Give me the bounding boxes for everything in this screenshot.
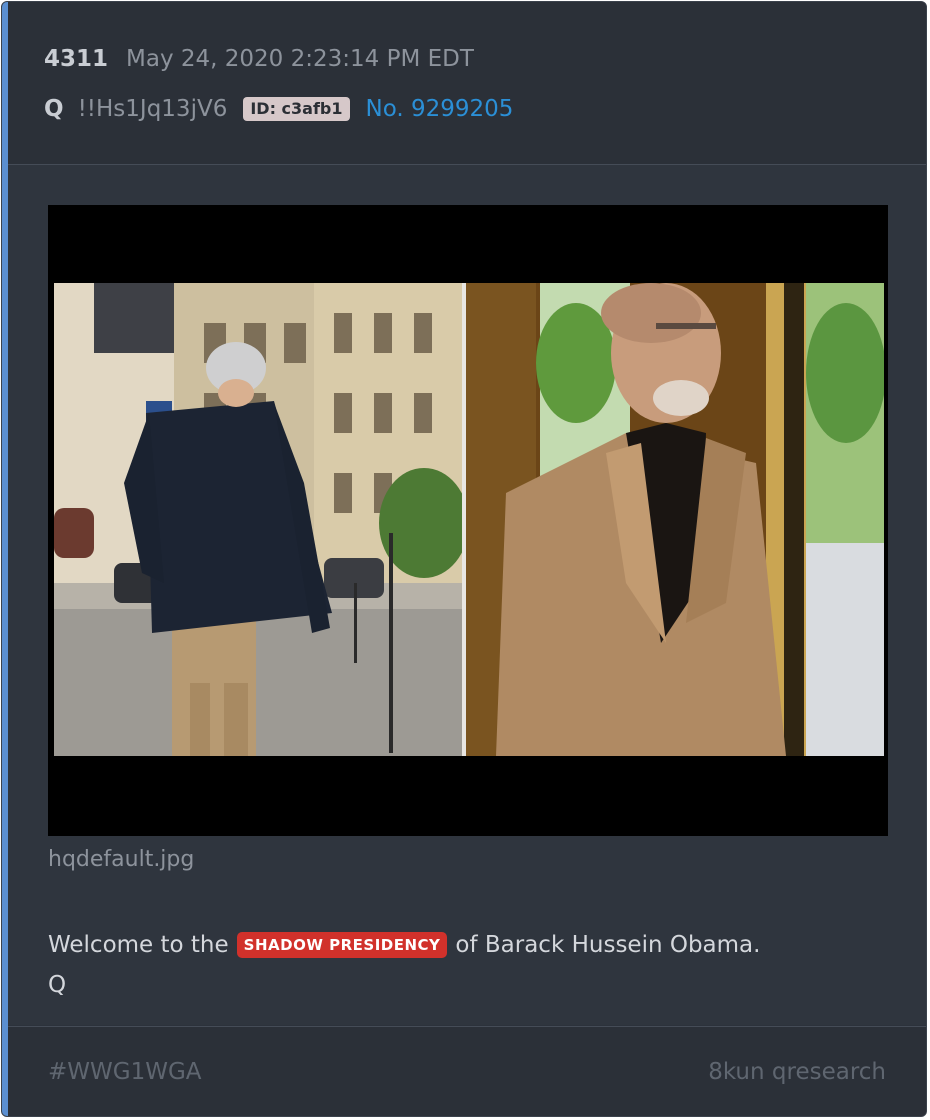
post-header: 4311 May 24, 2020 2:23:14 PM EDT Q !!Hs1…	[8, 2, 926, 165]
post-date: May 24, 2020 2:23:14 PM EDT	[126, 46, 474, 72]
post-meta-row: 4311 May 24, 2020 2:23:14 PM EDT	[44, 46, 474, 80]
post-footer: #WWG1WGA 8kun qresearch	[8, 1026, 926, 1116]
message-signature: Q	[48, 972, 67, 998]
message-prefix: Welcome to the	[48, 932, 229, 958]
hashtag: #WWG1WGA	[48, 1059, 202, 1085]
post-number-link[interactable]: No. 9299205	[366, 96, 514, 122]
post-body: P	[8, 165, 926, 1025]
highlighted-text: SHADOW PRESIDENCY	[236, 932, 448, 958]
message-line-2: Q	[48, 965, 760, 1005]
post-message: Welcome to the SHADOW PRESIDENCY of Bara…	[48, 925, 760, 1005]
photo-left: P	[54, 283, 462, 756]
source-label: 8kun qresearch	[708, 1059, 886, 1085]
post-number: 4311	[44, 46, 109, 72]
photo-right	[466, 283, 884, 756]
doorway-photo-illustration	[466, 283, 884, 756]
post-author-row: Q !!Hs1Jq13jV6 ID: c3afb1 No. 9299205	[44, 92, 513, 126]
attachment-filename[interactable]: hqdefault.jpg	[48, 847, 194, 872]
post-tripcode: !!Hs1Jq13jV6	[77, 96, 228, 122]
post-card: 4311 May 24, 2020 2:23:14 PM EDT Q !!Hs1…	[1, 1, 927, 1117]
message-line-1: Welcome to the SHADOW PRESIDENCY of Bara…	[48, 925, 760, 965]
id-badge: ID: c3afb1	[243, 97, 350, 121]
street-photo-illustration: P	[54, 283, 462, 756]
post-author: Q	[44, 96, 64, 122]
attached-image[interactable]: P	[48, 205, 888, 836]
message-suffix: of Barack Hussein Obama.	[455, 932, 761, 958]
